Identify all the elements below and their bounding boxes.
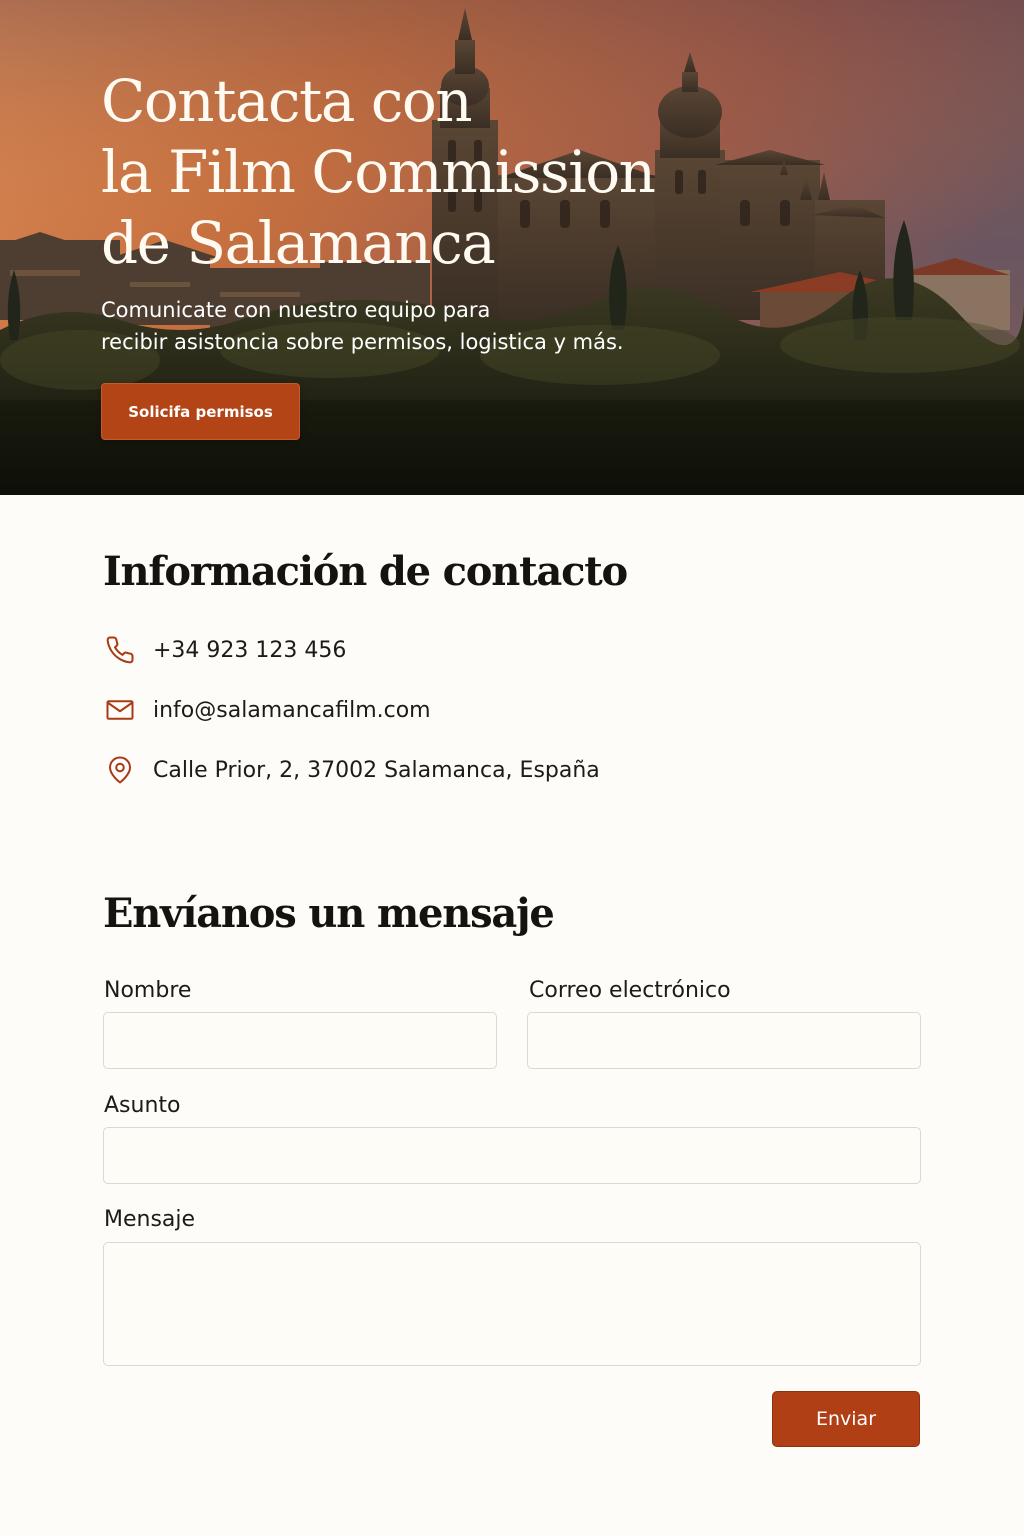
subject-field[interactable] bbox=[103, 1127, 921, 1184]
contact-phone-row[interactable]: +34 923 123 456 bbox=[103, 632, 346, 668]
request-permits-button[interactable]: Solicifa permisos bbox=[101, 383, 300, 440]
email-label: Correo electrónico bbox=[529, 978, 731, 1003]
hero-section: Contacta con la Film Commission de Salam… bbox=[0, 0, 1024, 495]
map-pin-icon bbox=[103, 753, 137, 787]
hero-subtitle-line-2: recibir asistoncia sobre permisos, logis… bbox=[101, 330, 624, 354]
contact-phone: +34 923 123 456 bbox=[153, 637, 347, 663]
send-button[interactable]: Enviar bbox=[772, 1391, 920, 1447]
subject-label: Asunto bbox=[104, 1093, 181, 1118]
email-input[interactable] bbox=[528, 1013, 920, 1068]
mail-icon bbox=[103, 693, 137, 727]
contact-email: info@salamancafilm.com bbox=[153, 697, 431, 723]
hero-subtitle: Comunicate con nuestro equipo para recib… bbox=[101, 294, 701, 358]
hero-subtitle-line-1: Comunicate con nuestro equipo para bbox=[101, 298, 491, 322]
hero-title: Contacta con la Film Commission de Salam… bbox=[101, 66, 801, 279]
message-textarea[interactable] bbox=[104, 1243, 920, 1365]
hero-title-line-1: Contacta con bbox=[101, 67, 473, 135]
message-field[interactable] bbox=[103, 1242, 921, 1366]
email-field[interactable] bbox=[527, 1012, 921, 1069]
contact-email-row[interactable]: info@salamancafilm.com bbox=[103, 692, 431, 728]
subject-input[interactable] bbox=[104, 1128, 920, 1183]
contact-info-title: Información de contacto bbox=[103, 548, 628, 595]
contact-address-row[interactable]: Calle Prior, 2, 37002 Salamanca, España bbox=[103, 752, 600, 788]
hero-title-line-3: de Salamanca bbox=[101, 209, 496, 277]
message-label: Mensaje bbox=[104, 1207, 196, 1232]
name-field[interactable] bbox=[103, 1012, 497, 1069]
name-label: Nombre bbox=[104, 978, 192, 1003]
contact-address: Calle Prior, 2, 37002 Salamanca, España bbox=[153, 757, 600, 783]
phone-icon bbox=[103, 633, 137, 667]
hero-title-line-2: la Film Commission bbox=[101, 138, 656, 206]
form-title: Envíanos un mensaje bbox=[103, 890, 555, 937]
name-input[interactable] bbox=[104, 1013, 496, 1068]
